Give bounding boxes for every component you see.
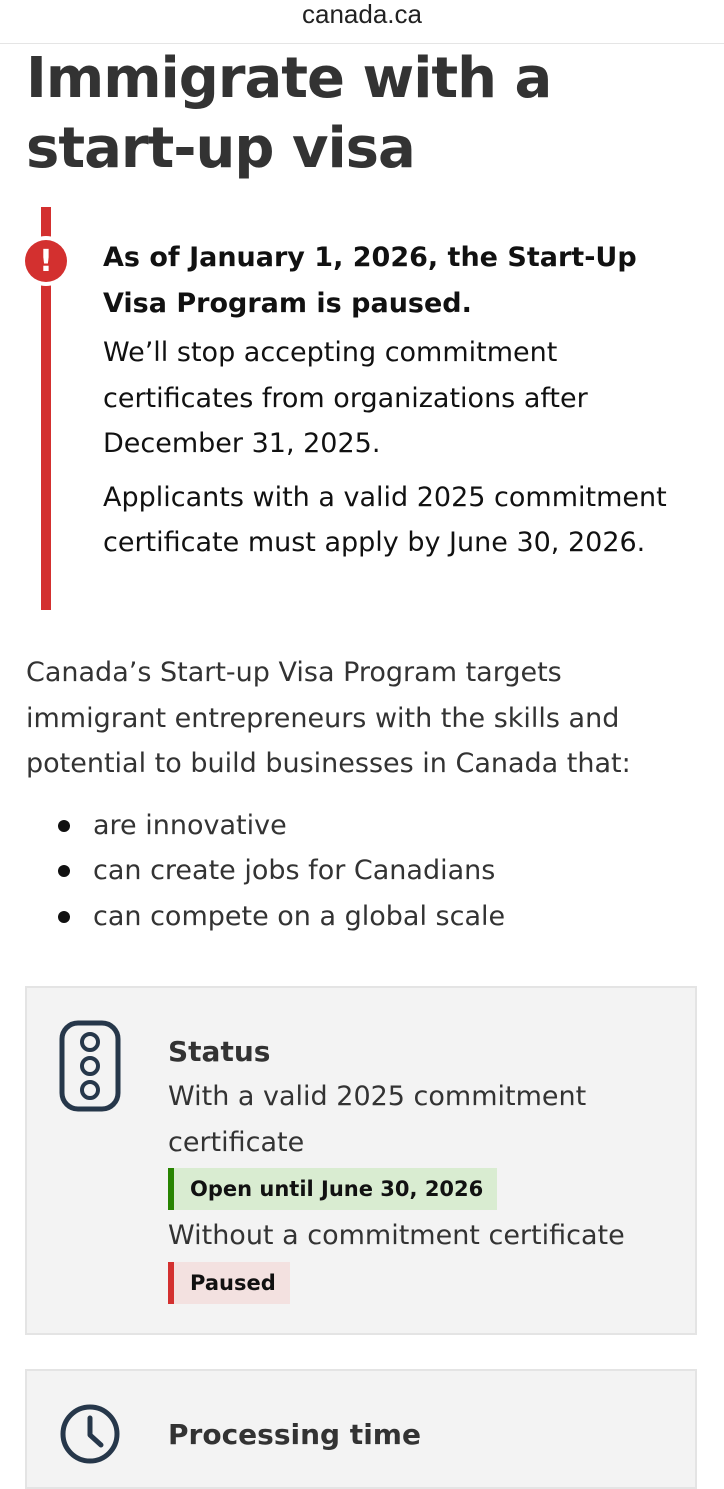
processing-time-card: Processing time: [25, 1369, 697, 1489]
alert-content: As of January 1, 2026, the Start-Up Visa…: [103, 235, 703, 574]
list-item: can create jobs for Canadians: [26, 848, 706, 894]
url-text: canada.ca: [302, 0, 422, 29]
status-body: With a valid 2025 commitment certificate…: [168, 1074, 678, 1307]
status-line: With a valid 2025 commitment certificate: [168, 1081, 587, 1158]
alert-paragraph: We’ll stop accepting commitment certific…: [103, 337, 588, 459]
page-title: Immigrate with a start-up visa: [26, 46, 552, 181]
status-card: Status With a valid 2025 commitment cert…: [25, 986, 697, 1335]
alert-paragraph: Applicants with a valid 2025 commitment …: [103, 481, 667, 559]
intro-text: Canada’s Start-up Visa Program targets i…: [26, 657, 631, 779]
status-title: Status: [168, 1035, 271, 1068]
browser-address-bar[interactable]: canada.ca: [0, 0, 724, 44]
status-badge-open: Open until June 30, 2026: [168, 1168, 498, 1210]
alert-heading: As of January 1, 2026, the Start-Up Visa…: [103, 242, 637, 319]
traffic-light-icon: [59, 1020, 121, 1116]
list-item: are innovative: [26, 803, 706, 849]
intro-section: Canada’s Start-up Visa Program targets i…: [26, 650, 706, 939]
status-badge-paused: Paused: [168, 1261, 290, 1304]
exclamation-icon: !: [25, 240, 67, 282]
criteria-list: are innovative can create jobs for Canad…: [26, 803, 706, 940]
processing-time-title: Processing time: [168, 1418, 421, 1451]
status-line: Without a commitment certificate: [168, 1220, 625, 1251]
list-item: can compete on a global scale: [26, 894, 706, 940]
clock-icon: [59, 1403, 121, 1469]
